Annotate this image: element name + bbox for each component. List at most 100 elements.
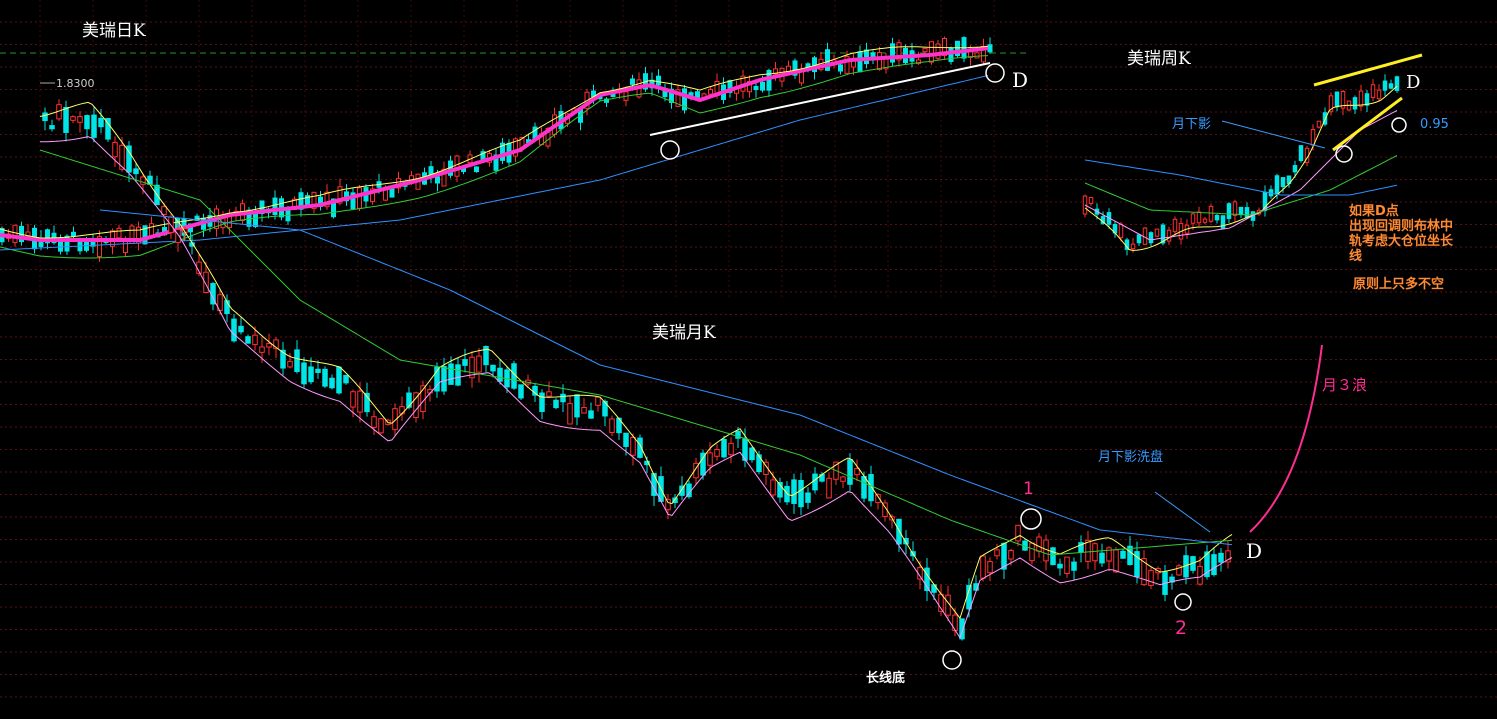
monthly-candle [707, 452, 713, 466]
monthly-candle [581, 407, 587, 414]
monthly-candle [378, 418, 384, 434]
monthly-candle [245, 336, 251, 344]
daily-candle [922, 47, 928, 53]
monthly-candle [1120, 550, 1126, 559]
monthly-candle [63, 106, 69, 133]
weekly-candle [1364, 93, 1370, 106]
monthly-candle [1036, 536, 1042, 552]
monthly-candle [1197, 565, 1203, 585]
monthly-candle [987, 561, 993, 574]
monthly-candle [805, 492, 811, 503]
daily-candle [12, 224, 18, 243]
daily-candle [929, 41, 934, 63]
weekly-candle [1196, 211, 1202, 224]
kline-chart-svg [0, 0, 1497, 698]
weekly-lower-shadow-label: 月下影 [1172, 117, 1212, 132]
note-line-1: 如果D点 [1349, 204, 1399, 219]
weekly-ma-blue [1084, 159, 1398, 196]
monthly-candle [560, 393, 566, 403]
monthly-circle-bottom [942, 650, 962, 670]
weekly-candle [1244, 207, 1250, 219]
daily-candle [760, 81, 765, 91]
monthly-candle [1050, 547, 1056, 566]
monthly-candle [84, 115, 90, 130]
monthly-candle [714, 449, 720, 457]
monthly-candle [294, 349, 300, 372]
weekly-candle [1292, 165, 1298, 173]
monthly-candle [994, 549, 1000, 557]
d-point-weekly: D [1406, 72, 1421, 93]
monthly-candle [1211, 554, 1217, 576]
weekly-candle [1352, 97, 1358, 110]
weekly-candle [1130, 243, 1136, 250]
monthly-candle [546, 391, 552, 397]
monthly-candle [476, 355, 482, 373]
monthly-candle [609, 418, 615, 433]
monthly-candle [462, 359, 468, 366]
monthly-candle [861, 475, 867, 499]
weekly-candle [1334, 91, 1340, 108]
monthly-candle [497, 367, 503, 382]
weekly-candle [1214, 214, 1220, 221]
daily-candle [864, 49, 869, 65]
weekly-candle [1238, 206, 1244, 216]
daily-ma-yellow [0, 45, 989, 239]
daily-candle [630, 78, 635, 85]
monthly-lower-shadow-label: 月下影洗盘 [1098, 450, 1164, 465]
note-line-2: 出现回调则布林中 [1349, 219, 1454, 234]
monthly-candle [371, 416, 377, 428]
monthly-candle [301, 362, 307, 385]
monthly-candle [896, 518, 902, 545]
monthly-candle [1001, 542, 1007, 570]
long-bottom-label: 长线底 [866, 671, 906, 686]
daily-candle [695, 91, 700, 98]
daily-candle [357, 187, 362, 209]
daily-candle [974, 52, 980, 59]
monthly-candle [91, 114, 97, 138]
strategy-note: 如果D点 出现回调则布林中 轨考虑大仓位坐长 线 [1349, 204, 1497, 264]
wave3-label: 月３浪 [1322, 376, 1368, 394]
weekly-candle [1226, 203, 1232, 219]
monthly-candle [252, 334, 258, 346]
monthly-candle [112, 142, 118, 158]
weekly-candle [1274, 175, 1280, 195]
monthly-candle [826, 477, 832, 499]
monthly-candle [77, 116, 83, 123]
point-1-label: 1 [1023, 479, 1034, 499]
monthly-candle [238, 325, 244, 333]
weekly-candle [1118, 223, 1124, 239]
monthly-candle [574, 394, 580, 418]
monthly-candle [770, 479, 776, 496]
monthly-candle [231, 318, 237, 342]
monthly-candle [1099, 552, 1105, 564]
monthly-candle [336, 366, 342, 394]
daily-candle [753, 85, 759, 91]
weekly-candle [1148, 232, 1154, 244]
monthly-candle [350, 391, 356, 408]
monthly-candle [728, 442, 734, 456]
monthly-candle [1008, 550, 1014, 560]
d-point-daily: D [1012, 68, 1029, 92]
principle-note: 原则上只多不空 [1353, 277, 1445, 292]
monthly-candle [840, 476, 846, 482]
monthly-candle [1071, 561, 1077, 571]
weekly-candle [1394, 76, 1400, 91]
price-tag: 1.8300 [56, 77, 95, 90]
weekly-candle [1166, 229, 1172, 242]
monthly-circle-2 [1174, 593, 1192, 611]
monthly-candle [595, 396, 601, 406]
monthly-candle [553, 399, 559, 409]
monthly-candle [1085, 539, 1091, 562]
wave3-arrow [1249, 344, 1323, 533]
weekly-candle [1088, 196, 1094, 204]
weekly-candle [1298, 145, 1304, 161]
weekly-candle [1172, 218, 1178, 233]
monthly-candle [1092, 543, 1098, 562]
weekly-candle [1154, 228, 1160, 237]
monthly-candle [847, 459, 853, 485]
monthly-candle [266, 343, 272, 348]
monthly-candle [756, 454, 762, 472]
monthly-candle [287, 360, 293, 368]
weekly-candle [1208, 205, 1214, 222]
daily-candle [877, 52, 882, 71]
